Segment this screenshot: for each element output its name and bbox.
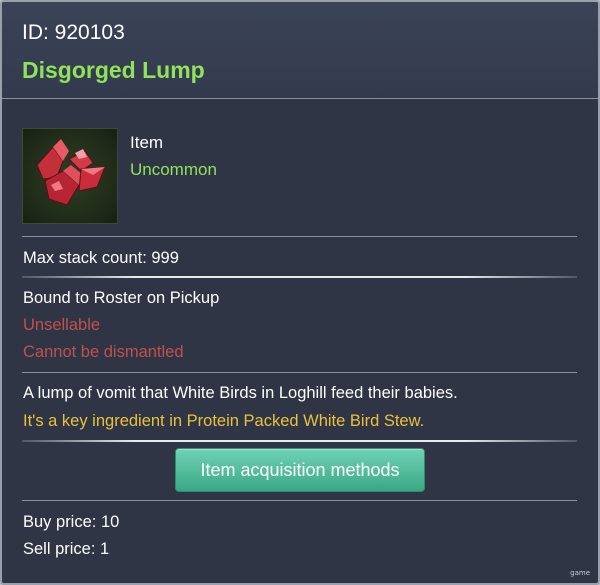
divider bbox=[22, 372, 577, 373]
unsellable-text: Unsellable bbox=[23, 316, 101, 334]
binding-text: Bound to Roster on Pickup bbox=[23, 289, 220, 307]
description-text: A lump of vomit that White Birds in Logh… bbox=[23, 384, 458, 402]
max-stack-text: Max stack count: 999 bbox=[23, 249, 179, 267]
buy-price-text: Buy price: 10 bbox=[23, 513, 120, 531]
item-tooltip-card: ID: 920103 Disgorged Lump Item Uncommon … bbox=[0, 0, 600, 585]
divider bbox=[22, 500, 577, 501]
divider bbox=[22, 236, 577, 237]
item-rarity-label: Uncommon bbox=[130, 160, 217, 179]
item-name: Disgorged Lump bbox=[22, 57, 205, 83]
item-type-label: Item bbox=[130, 133, 164, 152]
sell-price-text: Sell price: 1 bbox=[23, 540, 110, 558]
dismantle-text: Cannot be dismantled bbox=[23, 343, 184, 361]
divider bbox=[22, 440, 577, 442]
watermark: game bbox=[570, 569, 590, 577]
divider bbox=[22, 276, 577, 278]
tooltip-header: ID: 920103 Disgorged Lump bbox=[2, 2, 598, 99]
lore-text: It's a key ingredient in Protein Packed … bbox=[23, 412, 425, 430]
item-id: ID: 920103 bbox=[22, 21, 125, 44]
red-crystal-lump-icon bbox=[22, 128, 118, 224]
item-acquisition-button[interactable]: Item acquisition methods bbox=[175, 448, 425, 492]
